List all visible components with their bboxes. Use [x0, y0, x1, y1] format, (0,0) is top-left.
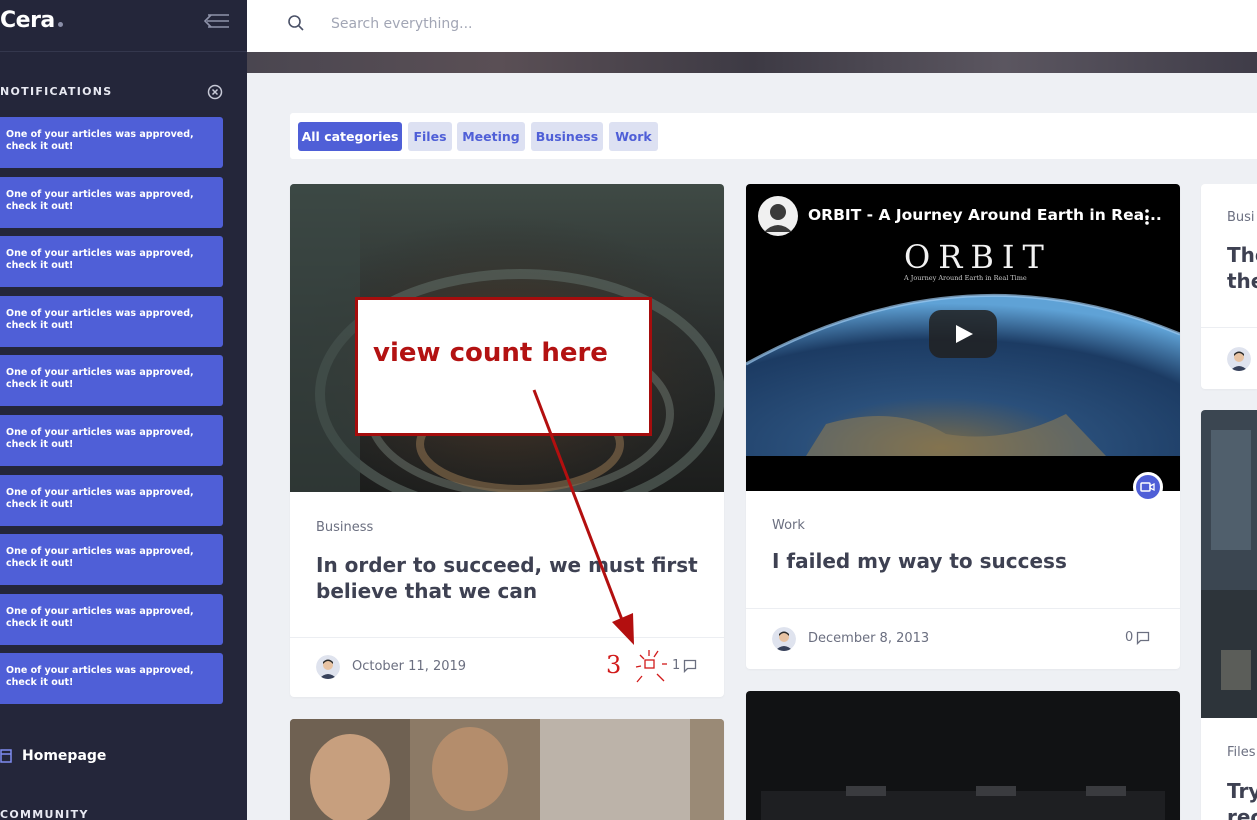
search-icon[interactable] — [287, 14, 305, 32]
more-vertical-icon[interactable] — [1144, 208, 1150, 226]
notification-item[interactable]: One of your articles was approved, check… — [0, 653, 223, 704]
notification-item[interactable]: One of your articles was approved, check… — [0, 236, 223, 287]
brand-name: Cera — [0, 8, 55, 33]
avatar[interactable] — [1227, 347, 1251, 371]
video-badge — [1133, 472, 1163, 502]
post-title-line[interactable]: The — [1227, 242, 1257, 268]
notification-item[interactable]: One of your articles was approved, check… — [0, 534, 223, 585]
play-icon — [956, 325, 973, 343]
category-filter-bar: All categories Files Meeting Business Wo… — [290, 113, 1257, 159]
notification-item[interactable]: One of your articles was approved, check… — [0, 296, 223, 347]
post-card[interactable]: Busi The the — [1201, 184, 1257, 389]
close-notifications-icon[interactable] — [207, 84, 223, 100]
post-card[interactable] — [290, 719, 724, 820]
category-files[interactable]: Files — [408, 122, 452, 151]
notification-item[interactable]: One of your articles was approved, check… — [0, 117, 223, 168]
notification-item[interactable]: One of your articles was approved, check… — [0, 355, 223, 406]
play-button[interactable] — [929, 310, 997, 358]
sidebar: Cera NOTIFICATIONS One of your articles … — [0, 0, 247, 820]
avatar[interactable] — [316, 655, 340, 679]
post-card[interactable]: Files Try rec — [1201, 410, 1257, 820]
video-title[interactable]: ORBIT - A Journey Around Earth in Rea... — [808, 206, 1162, 224]
comment-count-value: 1 — [672, 658, 681, 673]
sidebar-item-label: Homepage — [22, 748, 107, 764]
notification-item[interactable]: One of your articles was approved, check… — [0, 177, 223, 228]
notification-item[interactable]: One of your articles was approved, check… — [0, 475, 223, 526]
post-date: December 8, 2013 — [808, 631, 930, 646]
comment-count-value: 0 — [1125, 630, 1134, 645]
card-divider — [290, 637, 724, 638]
notifications-title: NOTIFICATIONS — [0, 85, 113, 98]
video-post-card[interactable]: ORBIT - A Journey Around Earth in Rea...… — [746, 184, 1180, 669]
topbar — [247, 0, 1257, 52]
comment-count[interactable]: 1 — [672, 658, 697, 673]
post-image — [746, 691, 1180, 820]
cover-image — [247, 52, 1257, 73]
comment-count[interactable]: 0 — [1125, 630, 1150, 645]
sidebar-item-homepage[interactable]: Homepage — [0, 748, 106, 764]
brand-dot — [57, 22, 63, 27]
annotation-label: view count here — [373, 338, 608, 368]
post-title-line[interactable]: the — [1227, 268, 1257, 294]
category-business[interactable]: Business — [531, 122, 603, 151]
channel-avatar[interactable] — [758, 196, 798, 236]
post-image — [290, 719, 724, 820]
post-category[interactable]: Files — [1227, 745, 1256, 760]
post-category[interactable]: Busi — [1227, 210, 1255, 225]
comment-icon — [684, 659, 697, 673]
community-title: COMMUNITY — [0, 808, 89, 820]
post-date: October 11, 2019 — [352, 659, 467, 674]
sidebar-divider — [0, 51, 247, 52]
post-category[interactable]: Work — [772, 518, 805, 533]
post-title[interactable]: I failed my way to success — [772, 548, 1162, 574]
layout-icon — [0, 749, 12, 763]
notification-item[interactable]: One of your articles was approved, check… — [0, 594, 223, 645]
video-camera-icon — [1140, 482, 1155, 492]
brand-logo[interactable]: Cera — [0, 8, 63, 33]
annotation-callout: view count here — [355, 297, 652, 436]
post-title[interactable]: In order to succeed, we must first belie… — [316, 552, 706, 604]
handwritten-view-count: 3 — [606, 651, 622, 679]
category-meeting[interactable]: Meeting — [457, 122, 525, 151]
notification-item[interactable]: One of your articles was approved, check… — [0, 415, 223, 466]
post-card[interactable]: Business In order to succeed, we must fi… — [290, 184, 724, 697]
avatar[interactable] — [772, 627, 796, 651]
video-logo-text: ORBIT — [904, 238, 1052, 276]
video-logo-subtitle: A Journey Around Earth in Real Time — [904, 274, 1027, 282]
post-card[interactable] — [746, 691, 1180, 820]
sidebar-collapse-icon[interactable] — [204, 12, 230, 30]
category-work[interactable]: Work — [609, 122, 658, 151]
card-divider — [746, 608, 1180, 609]
comment-icon — [1137, 631, 1150, 645]
post-title-line[interactable]: Try — [1227, 778, 1257, 804]
card-divider — [1201, 327, 1257, 328]
category-all[interactable]: All categories — [298, 122, 402, 151]
post-title-line[interactable]: rec — [1227, 804, 1257, 820]
post-category[interactable]: Business — [316, 520, 373, 535]
post-image — [1201, 410, 1257, 718]
search-input[interactable] — [331, 10, 831, 38]
video-player[interactable]: ORBIT - A Journey Around Earth in Rea...… — [746, 184, 1180, 491]
